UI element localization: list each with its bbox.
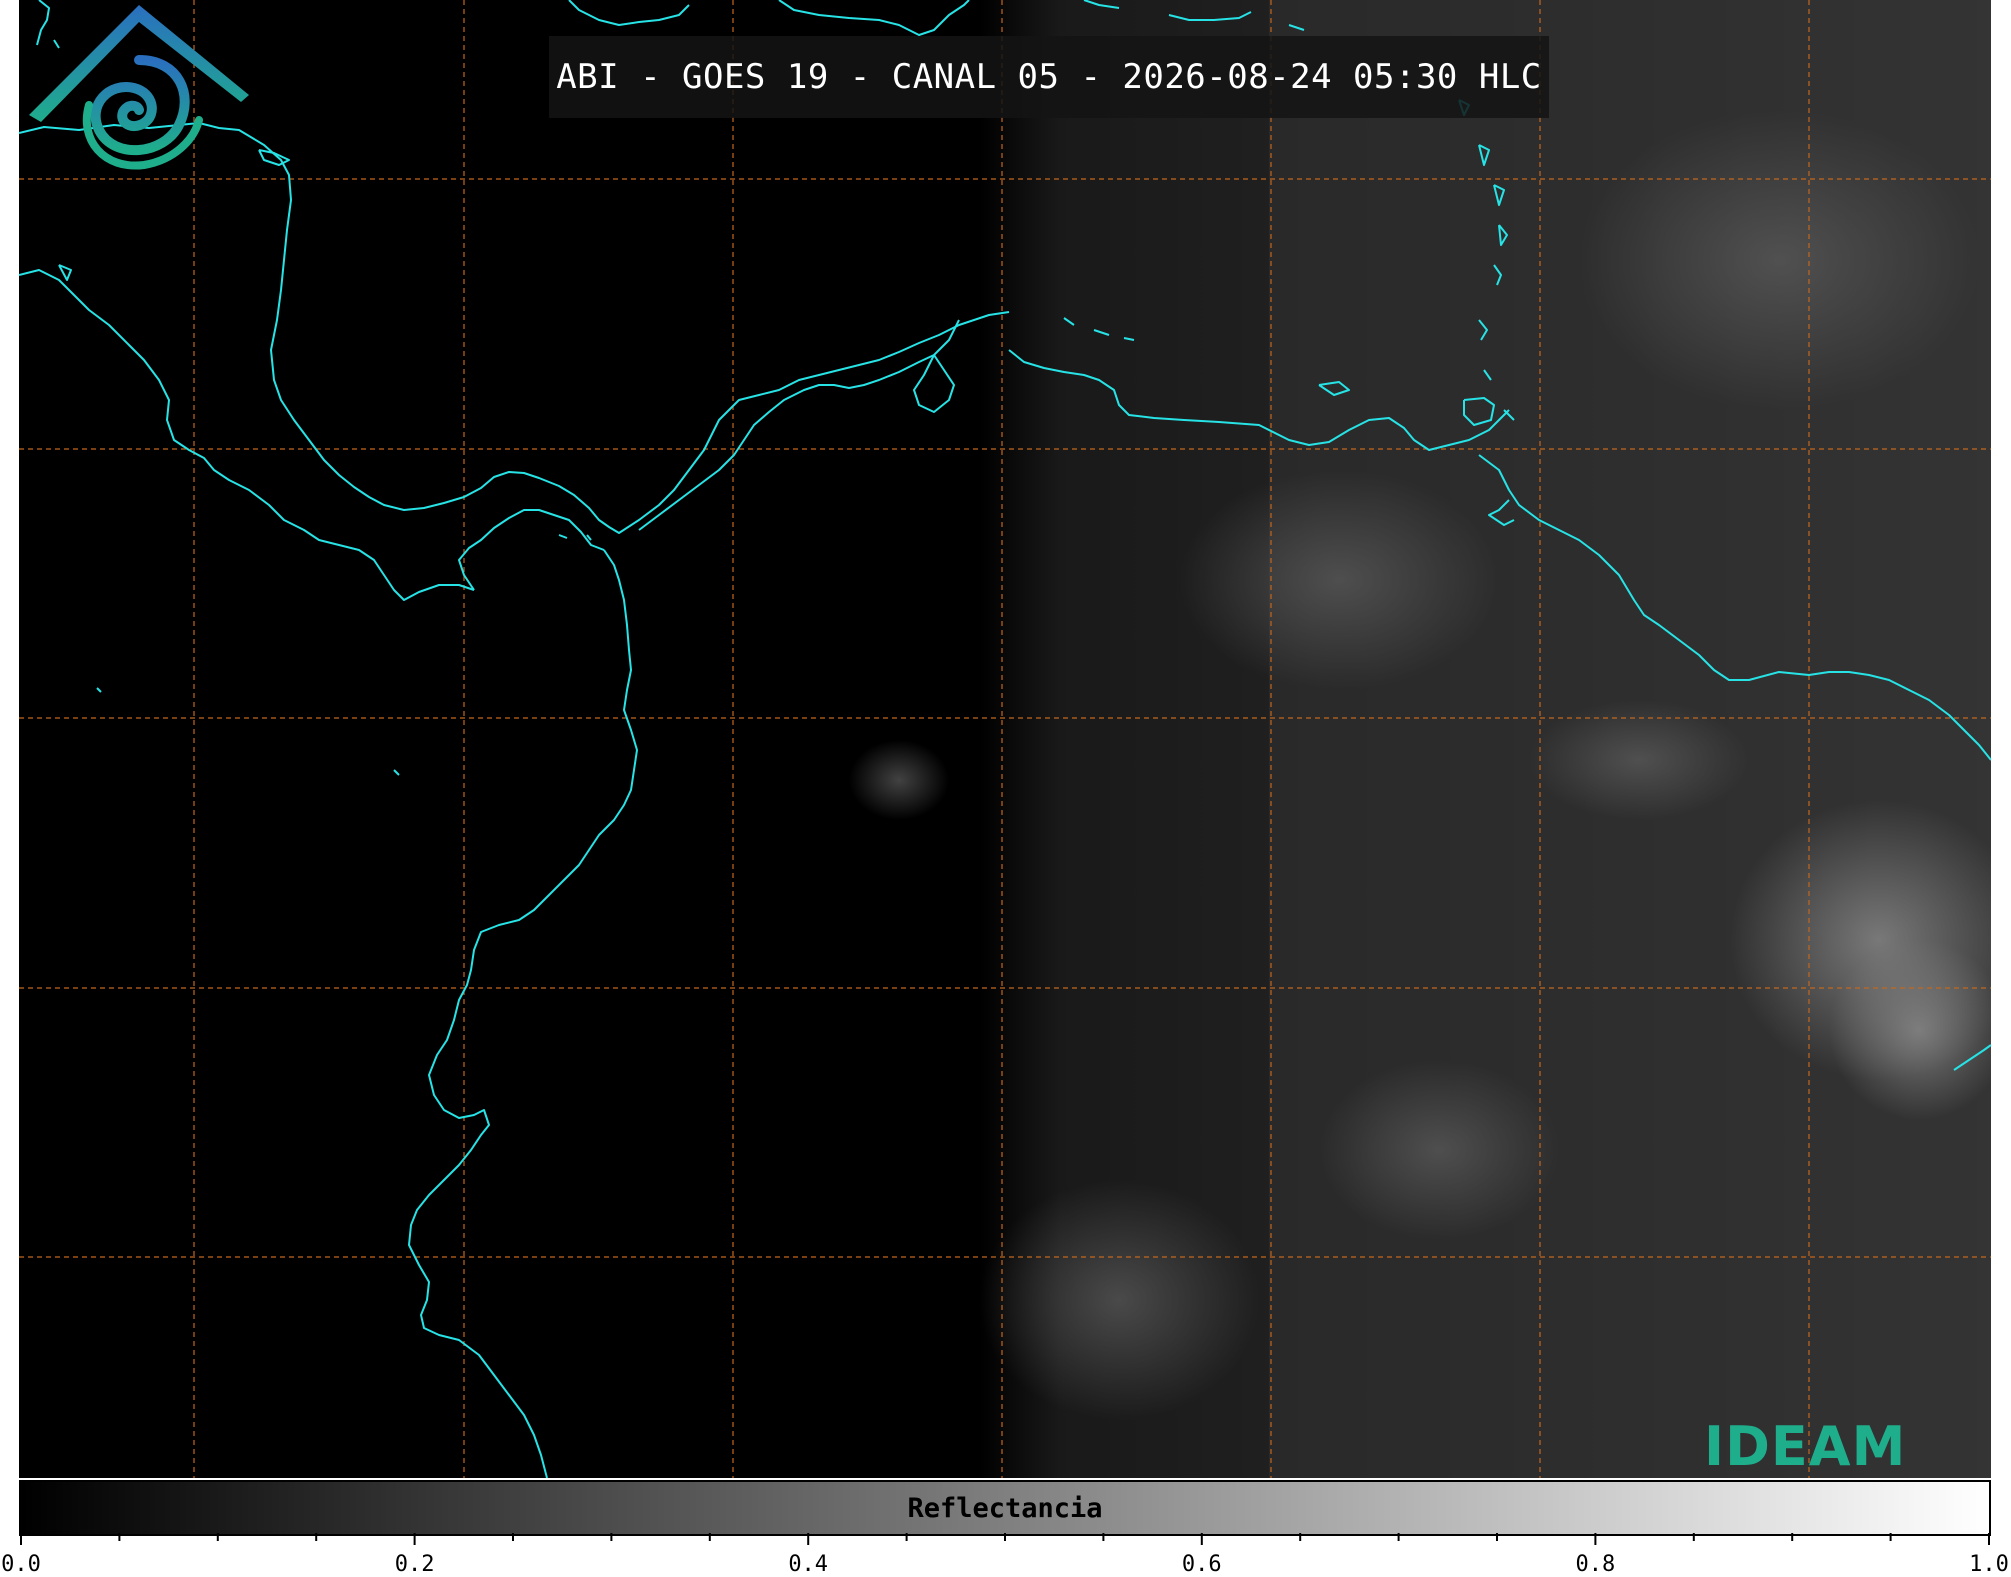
satellite-figure: ABI - GOES 19 - CANAL 05 - 2026-08-24 05… <box>0 0 2011 1577</box>
colorbar-tick-label: 0.4 <box>788 1552 829 1577</box>
colorbar-tick-label: 0.0 <box>1 1552 41 1577</box>
colorbar-tick-label: 0.6 <box>1181 1552 1222 1577</box>
colorbar-tick-label: 0.8 <box>1575 1552 1616 1577</box>
colorbar-tick-label: 0.2 <box>394 1552 435 1577</box>
colorbar-ticks <box>20 1533 1990 1545</box>
colorbar-tick-label: 1.0 <box>1969 1552 2009 1577</box>
